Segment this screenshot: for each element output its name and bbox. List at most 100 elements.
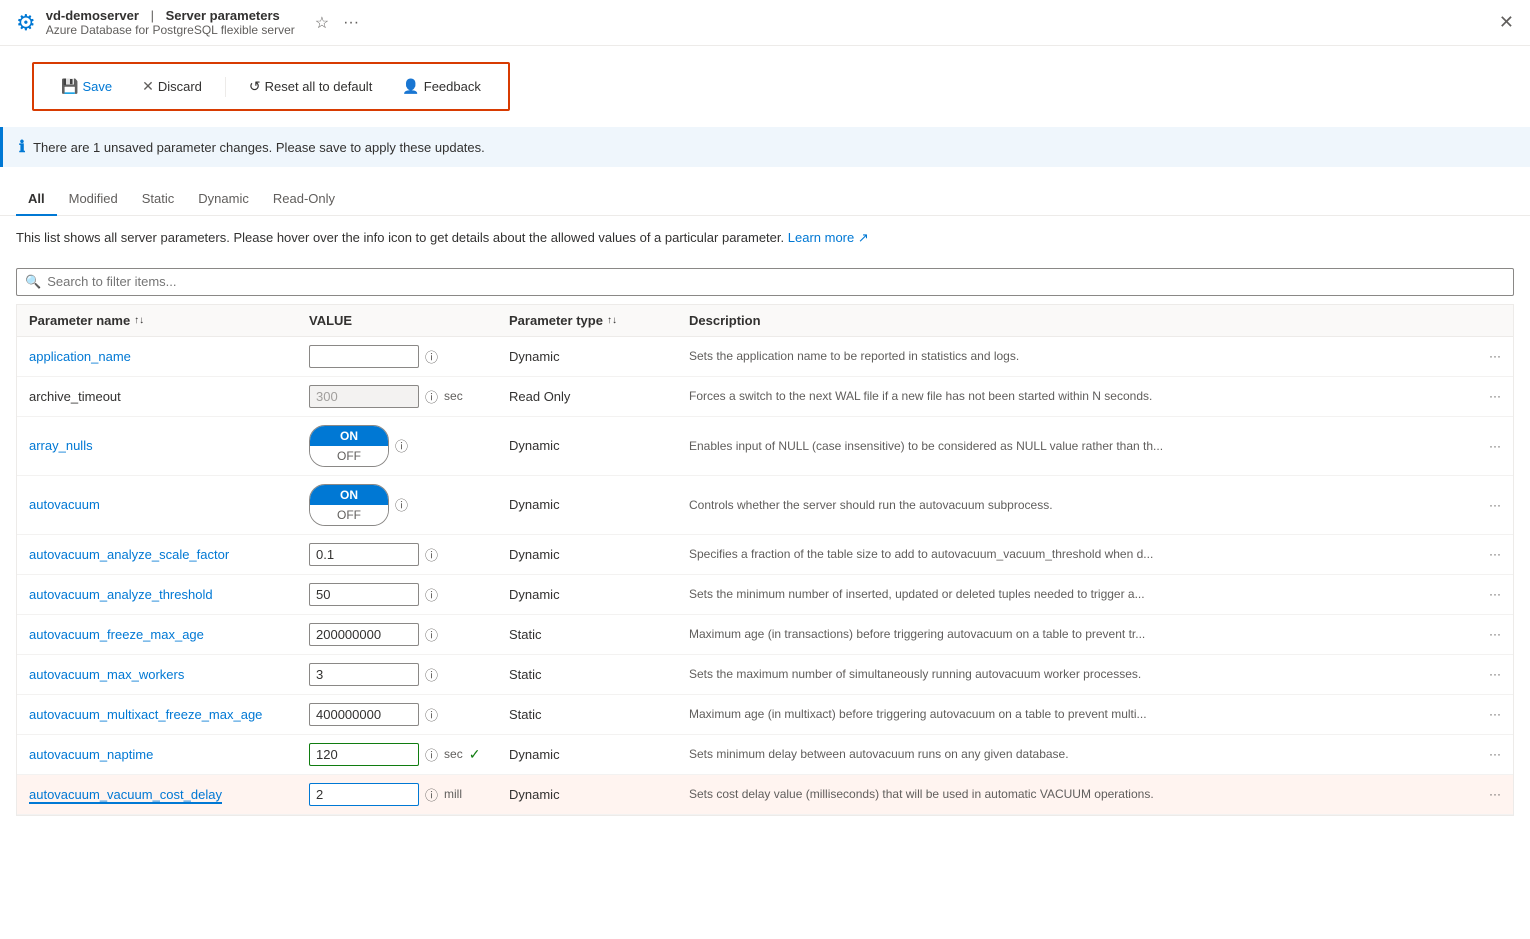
server-icon: ⚙: [16, 10, 36, 36]
row-more-button[interactable]: ···: [1489, 627, 1501, 641]
tab-readonly[interactable]: Read-Only: [261, 183, 347, 216]
param-name-cell[interactable]: autovacuum_freeze_max_age: [29, 627, 309, 642]
value-input[interactable]: [309, 703, 419, 726]
param-name-cell[interactable]: autovacuum_vacuum_cost_delay: [29, 787, 309, 802]
discard-button[interactable]: ✕ Discard: [131, 72, 213, 101]
info-circle-icon[interactable]: ⓘ: [425, 745, 438, 764]
description-cell: Sets the minimum number of inserted, upd…: [689, 587, 1501, 601]
col-header-type: Parameter type ↑↓: [509, 313, 689, 328]
tabs-container: All Modified Static Dynamic Read-Only: [0, 183, 1530, 216]
description-cell: Enables input of NULL (case insensitive)…: [689, 439, 1501, 453]
param-name-cell[interactable]: application_name: [29, 349, 309, 364]
param-name-cell[interactable]: autovacuum_analyze_threshold: [29, 587, 309, 602]
tab-static[interactable]: Static: [130, 183, 187, 216]
table-row: autovacuum_freeze_max_age ⓘ StaticMaximum …: [17, 615, 1513, 655]
value-input[interactable]: [309, 543, 419, 566]
info-circle-icon[interactable]: ⓘ: [425, 387, 438, 406]
param-name-cell[interactable]: array_nulls: [29, 438, 309, 453]
more-icon[interactable]: ···: [343, 14, 359, 32]
tab-modified[interactable]: Modified: [57, 183, 130, 216]
description-cell: Forces a switch to the next WAL file if …: [689, 389, 1501, 403]
param-name[interactable]: autovacuum_naptime: [29, 747, 153, 762]
param-name[interactable]: autovacuum_analyze_scale_factor: [29, 547, 229, 562]
discard-icon: ✕: [142, 78, 154, 95]
info-circle-icon[interactable]: ⓘ: [425, 347, 438, 366]
info-circle-icon[interactable]: ⓘ: [425, 585, 438, 604]
row-more-button[interactable]: ···: [1489, 787, 1501, 801]
col-header-name: Parameter name ↑↓: [29, 313, 309, 328]
table-row: autovacuum_multixact_freeze_max_ageⓘStat…: [17, 695, 1513, 735]
param-name-cell[interactable]: autovacuum_analyze_scale_factor: [29, 547, 309, 562]
toggle-switch[interactable]: ONOFF: [309, 425, 389, 467]
info-circle-icon[interactable]: ⓘ: [425, 545, 438, 564]
row-more-button[interactable]: ···: [1489, 707, 1501, 721]
toolbar: 💾 Save ✕ Discard ↺ Reset all to default …: [32, 62, 510, 111]
value-input[interactable]: [309, 743, 419, 766]
header-title-group: vd-demoserver | Server parameters Azure …: [46, 8, 295, 37]
learn-more-link[interactable]: Learn more ↗: [788, 230, 869, 245]
param-name[interactable]: autovacuum_max_workers: [29, 667, 184, 682]
param-name-cell[interactable]: autovacuum_naptime: [29, 747, 309, 762]
close-icon[interactable]: ✕: [1499, 12, 1514, 33]
param-name[interactable]: autovacuum: [29, 497, 100, 512]
feedback-button[interactable]: 👤 Feedback: [391, 72, 492, 101]
info-circle-icon[interactable]: ⓘ: [425, 705, 438, 724]
info-circle-icon[interactable]: ⓘ: [395, 495, 408, 514]
row-more-button[interactable]: ···: [1489, 747, 1501, 761]
description-cell: Maximum age (in transactions) before tri…: [689, 627, 1501, 641]
param-name-cell[interactable]: autovacuum_multixact_freeze_max_age: [29, 707, 309, 722]
search-icon: 🔍: [25, 274, 41, 290]
info-circle-icon[interactable]: ⓘ: [395, 436, 408, 455]
info-circle-icon[interactable]: ⓘ: [425, 785, 438, 804]
sort-icon-type[interactable]: ↑↓: [607, 315, 617, 326]
info-circle-icon[interactable]: ⓘ: [425, 625, 438, 644]
value-input[interactable]: [309, 783, 419, 806]
sort-icon-name[interactable]: ↑↓: [134, 315, 144, 326]
value-input[interactable]: [309, 623, 419, 646]
info-circle-icon[interactable]: ⓘ: [425, 665, 438, 684]
page-header: ⚙ vd-demoserver | Server parameters Azur…: [0, 0, 1530, 46]
row-more-button[interactable]: ···: [1489, 587, 1501, 601]
toggle-switch[interactable]: ONOFF: [309, 484, 389, 526]
value-cell: ⓘ: [309, 345, 509, 368]
value-input[interactable]: [309, 345, 419, 368]
table-body: application_nameⓘDynamicSets the applica…: [17, 337, 1513, 815]
value-input[interactable]: [309, 663, 419, 686]
tab-all[interactable]: All: [16, 183, 57, 216]
row-more-button[interactable]: ···: [1489, 439, 1501, 453]
row-more-button[interactable]: ···: [1489, 389, 1501, 403]
discard-label: Discard: [158, 79, 202, 94]
param-name-cell[interactable]: autovacuum: [29, 497, 309, 512]
info-icon: ℹ: [19, 137, 25, 157]
table-row: autovacuum_analyze_thresholdⓘDynamicSets…: [17, 575, 1513, 615]
star-icon[interactable]: ☆: [315, 13, 329, 33]
description-text: Forces a switch to the next WAL file if …: [689, 389, 1152, 403]
description-text: Sets the minimum number of inserted, upd…: [689, 587, 1145, 601]
reset-label: Reset all to default: [265, 79, 373, 94]
reset-button[interactable]: ↺ Reset all to default: [238, 72, 383, 101]
info-bar: ℹ There are 1 unsaved parameter changes.…: [0, 127, 1530, 167]
save-label: Save: [82, 79, 112, 94]
tab-dynamic[interactable]: Dynamic: [186, 183, 261, 216]
value-input[interactable]: [309, 583, 419, 606]
param-name[interactable]: array_nulls: [29, 438, 93, 453]
row-more-button[interactable]: ···: [1489, 547, 1501, 561]
value-cell: ⓘsec✓: [309, 743, 509, 766]
row-more-button[interactable]: ···: [1489, 667, 1501, 681]
param-type-cell: Static: [509, 627, 689, 642]
param-name[interactable]: autovacuum_analyze_threshold: [29, 587, 213, 602]
param-name-cell[interactable]: autovacuum_max_workers: [29, 667, 309, 682]
row-more-button[interactable]: ···: [1489, 498, 1501, 512]
param-name[interactable]: autovacuum_freeze_max_age: [29, 627, 204, 642]
description-cell: Sets the maximum number of simultaneousl…: [689, 667, 1501, 681]
param-name[interactable]: autovacuum_multixact_freeze_max_age: [29, 707, 262, 722]
param-name[interactable]: autovacuum_vacuum_cost_delay: [29, 787, 222, 804]
param-type-cell: Read Only: [509, 389, 689, 404]
search-input[interactable]: [47, 274, 1505, 289]
save-button[interactable]: 💾 Save: [50, 72, 123, 101]
col-header-desc: Description: [689, 313, 1501, 328]
row-more-button[interactable]: ···: [1489, 349, 1501, 363]
param-name[interactable]: application_name: [29, 349, 131, 364]
value-cell: ⓘ: [309, 543, 509, 566]
header-separator: |: [151, 8, 154, 23]
